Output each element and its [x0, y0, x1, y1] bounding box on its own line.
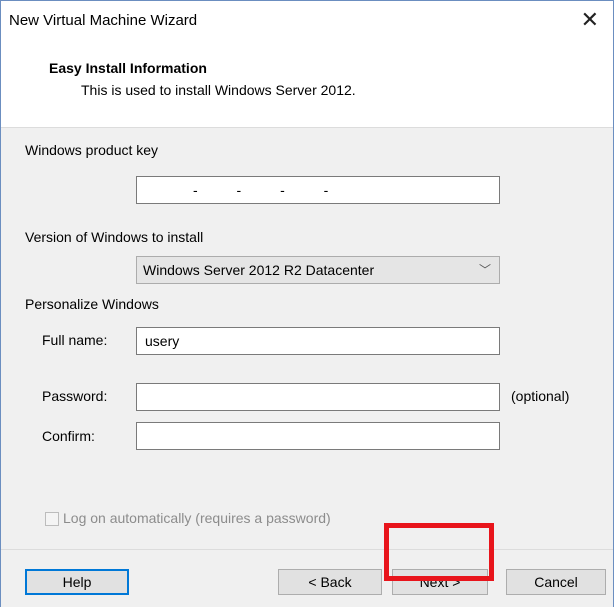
- back-button[interactable]: < Back: [278, 569, 382, 595]
- chevron-down-icon: ﹀: [478, 263, 491, 277]
- close-icon[interactable]: ✕: [581, 7, 599, 33]
- full-name-label: Full name:: [42, 332, 108, 348]
- version-select[interactable]: Windows Server 2012 R2 Datacenter ﹀: [136, 256, 500, 284]
- autologon-checkbox[interactable]: [45, 512, 59, 526]
- confirm-label: Confirm:: [42, 428, 95, 444]
- product-key-label: Windows product key: [25, 142, 159, 158]
- next-button[interactable]: Next >: [392, 569, 488, 595]
- button-bar: Help < Back Next > Cancel: [1, 549, 613, 607]
- title-bar: New Virtual Machine Wizard ✕: [1, 1, 613, 41]
- version-selected-value: Windows Server 2012 R2 Datacenter: [143, 262, 375, 278]
- help-button[interactable]: Help: [25, 569, 129, 595]
- cancel-button[interactable]: Cancel: [506, 569, 606, 595]
- window-title: New Virtual Machine Wizard: [9, 12, 198, 29]
- password-label: Password:: [42, 388, 108, 404]
- full-name-input[interactable]: usery: [136, 327, 500, 355]
- version-label: Version of Windows to install: [25, 229, 204, 245]
- autologon-label: Log on automatically (requires a passwor…: [63, 510, 331, 526]
- header-subtitle: This is used to install Windows Server 2…: [81, 82, 356, 98]
- password-input[interactable]: [136, 383, 500, 411]
- header-title: Easy Install Information: [49, 60, 207, 76]
- wizard-header: Easy Install Information This is used to…: [1, 41, 613, 128]
- optional-label: (optional): [511, 388, 570, 404]
- confirm-input[interactable]: [136, 422, 500, 450]
- form-panel: Windows product key - - - - Version of W…: [1, 128, 613, 549]
- wizard-window: New Virtual Machine Wizard ✕ Easy Instal…: [0, 0, 614, 607]
- personalize-label: Personalize Windows: [25, 296, 159, 312]
- product-key-input[interactable]: - - - -: [136, 176, 500, 204]
